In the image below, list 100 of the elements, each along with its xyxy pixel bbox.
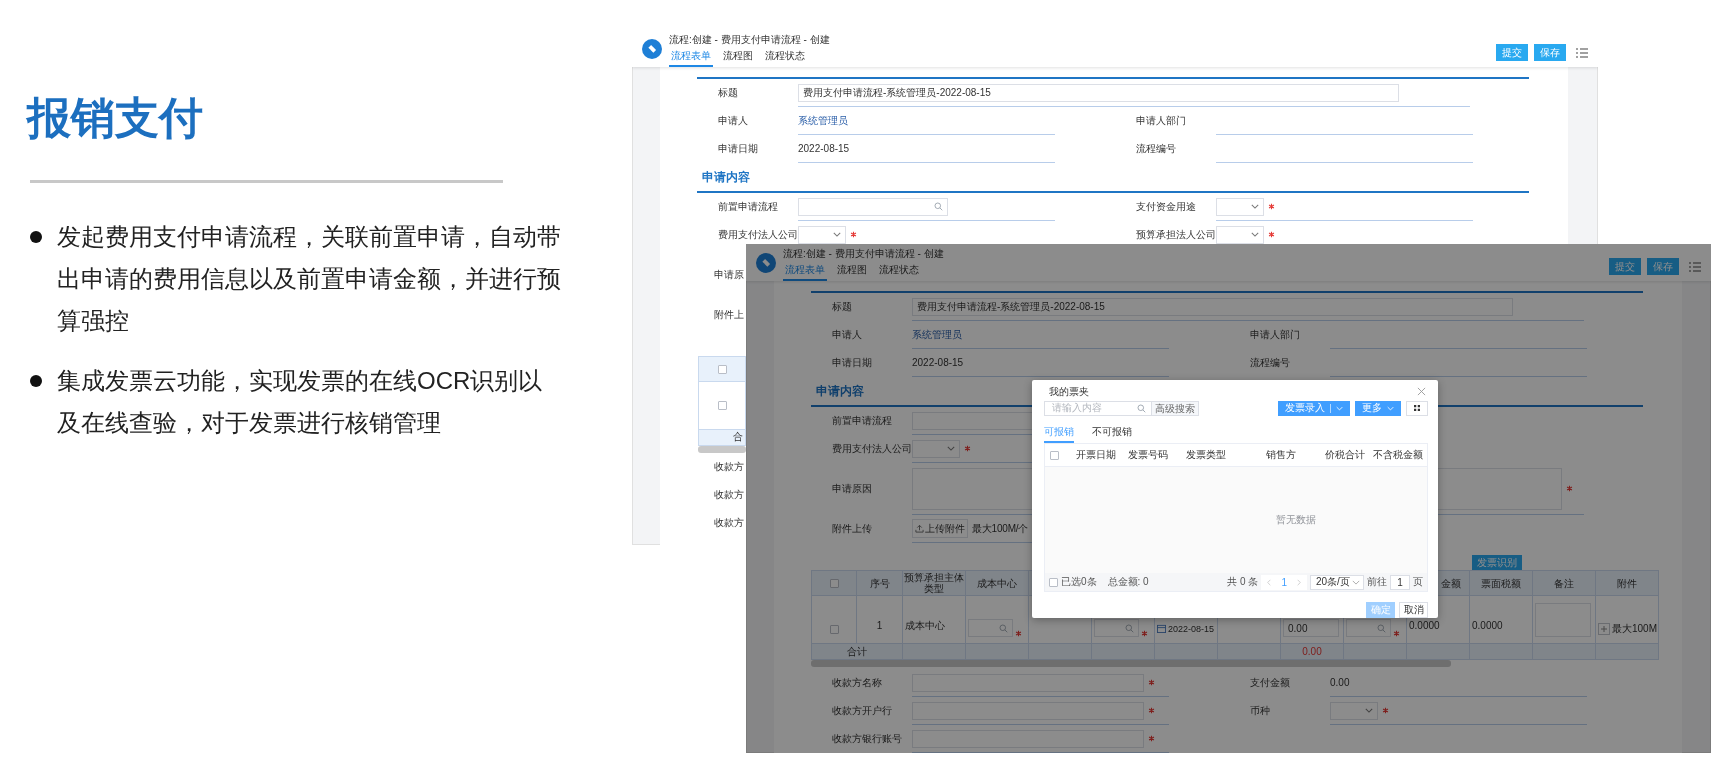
field-value: 2022-08-15 xyxy=(912,357,964,368)
plus-icon[interactable] xyxy=(1598,623,1610,635)
checkbox[interactable] xyxy=(829,578,839,588)
tab[interactable]: 流程状态 xyxy=(763,50,807,67)
field-label: 收款方银行账号 xyxy=(832,732,903,746)
field-label: 申请人 xyxy=(718,114,749,128)
input-field[interactable]: 0.00 xyxy=(1283,619,1339,637)
select-field[interactable] xyxy=(912,439,960,458)
field-value: 0.00 xyxy=(1330,677,1350,688)
field-label: 附件上传 xyxy=(832,522,873,536)
bullet-text: 发起费用支付申请流程，关联前置申请，自动带出申请的费用信息以及前置申请金额，并进行预算强控 xyxy=(57,222,562,336)
checkbox[interactable] xyxy=(717,364,727,374)
caret-icon xyxy=(1336,405,1343,411)
checkbox[interactable] xyxy=(1050,450,1059,460)
cell-text: 0.0000 xyxy=(1472,619,1503,633)
search-field[interactable] xyxy=(798,197,948,216)
date-value: 2022-08-15 xyxy=(1168,623,1215,636)
column-header: 预算承担主体类型 xyxy=(903,570,966,596)
caret-icon xyxy=(1387,405,1394,411)
tab[interactable]: 流程图 xyxy=(721,50,755,67)
field-label: 前置申请流程 xyxy=(718,200,779,214)
select-field[interactable] xyxy=(1216,197,1264,216)
search-field[interactable] xyxy=(1346,619,1391,637)
field-label: 流程编号 xyxy=(1136,142,1177,156)
logo-icon xyxy=(642,38,662,59)
field-label: 申请日期 xyxy=(832,356,873,370)
field-label: 申请原因 xyxy=(832,482,873,496)
search-field[interactable] xyxy=(1094,619,1139,637)
search-icon xyxy=(1377,623,1386,633)
field-label: 支付资金用途 xyxy=(1136,200,1197,214)
selected-count: 已选0条 xyxy=(1061,575,1097,589)
goto-label: 前往 xyxy=(1367,575,1387,589)
upload-icon xyxy=(915,524,924,533)
more-button[interactable]: 更多 xyxy=(1355,400,1401,416)
close-icon[interactable] xyxy=(1417,387,1426,396)
cancel-button[interactable]: 取消 xyxy=(1399,602,1428,618)
field-label: 收款方 xyxy=(713,488,744,502)
invoice-entry-button[interactable]: 发票录入 xyxy=(1278,400,1350,416)
title-field[interactable]: 费用支付申请流程-系统管理员-2022-08-15 xyxy=(912,297,1513,316)
search-icon xyxy=(999,623,1008,633)
tab[interactable]: 可报销 xyxy=(1044,426,1074,443)
page-number[interactable]: 1 xyxy=(1281,576,1287,588)
window-title: 流程:创建 - 费用支付申请流程 - 创建 xyxy=(669,34,830,46)
caret-icon xyxy=(833,232,841,237)
page-input[interactable]: 1 xyxy=(1390,574,1410,590)
action-button[interactable]: 保存 xyxy=(1534,44,1566,61)
action-button[interactable]: 提交 xyxy=(1496,44,1528,61)
search-icon xyxy=(1125,623,1134,633)
field-label: 预算承担法人公司 xyxy=(1136,228,1216,242)
cell-text: 0.0000 xyxy=(1409,619,1440,633)
menu-icon[interactable] xyxy=(1576,47,1588,58)
slide-title: 报销支付 xyxy=(27,92,204,144)
column-header: 备注 xyxy=(1533,570,1596,596)
field-label: 支付金额 xyxy=(1250,676,1291,690)
column-header: 票面税额 xyxy=(1470,570,1533,596)
select-field[interactable] xyxy=(1330,701,1378,720)
menu-icon[interactable] xyxy=(1689,261,1701,272)
select-field[interactable] xyxy=(798,225,846,244)
checkbox[interactable] xyxy=(1049,577,1058,587)
field-label: 申请日期 xyxy=(718,142,759,156)
field-value: 系统管理员 xyxy=(912,327,962,342)
column-header: 成本中心 xyxy=(966,570,1029,596)
bullet-icon xyxy=(30,375,42,387)
field-label: 申请人部门 xyxy=(1250,328,1301,342)
field-label: 附件上 xyxy=(713,308,744,322)
checkbox[interactable] xyxy=(717,401,727,410)
title-field[interactable]: 费用支付申请流程-系统管理员-2022-08-15 xyxy=(798,83,1399,102)
bullet-text: 集成发票云功能，实现发票的在线OCR识别以及在线查验，对于发票进行核销管理 xyxy=(57,366,544,438)
scrollbar[interactable] xyxy=(698,446,746,453)
previous-page-icon[interactable] xyxy=(1267,578,1272,586)
column-header: 价税合计 xyxy=(1324,448,1366,462)
column-header: 开票日期 xyxy=(1076,448,1117,462)
checkbox[interactable] xyxy=(829,625,839,634)
advanced-search-button[interactable]: 高级搜索 xyxy=(1152,400,1199,416)
tab[interactable]: 流程状态 xyxy=(877,264,921,281)
field-label: 费用支付法人公司 xyxy=(832,442,912,456)
column-header: 序号 xyxy=(857,570,903,596)
scrollbar[interactable] xyxy=(811,660,1451,667)
tab[interactable]: 不可报销 xyxy=(1092,426,1132,443)
cell-text: 1 xyxy=(876,619,883,633)
search-field[interactable] xyxy=(968,619,1013,637)
page-size-select[interactable]: 20条/页 xyxy=(1310,574,1364,590)
upload-button[interactable]: 上传附件 xyxy=(912,519,968,538)
column-header: 发票类型 xyxy=(1186,448,1227,462)
grid-icon xyxy=(1414,405,1420,411)
tab[interactable]: 流程图 xyxy=(835,264,869,281)
caret-icon xyxy=(947,446,955,451)
select-field[interactable] xyxy=(1216,225,1264,244)
field-label: 申请人部门 xyxy=(1136,114,1187,128)
column-header: 不含税金额 xyxy=(1372,448,1424,462)
grid-view-button[interactable] xyxy=(1406,400,1428,416)
page-unit: 页 xyxy=(1413,575,1423,589)
field-label: 收款方 xyxy=(713,460,744,474)
section-title: 申请内容 xyxy=(702,168,750,186)
field-label: 标题 xyxy=(718,86,739,100)
record-count: 共 0 条 xyxy=(1227,575,1259,589)
next-page-icon[interactable] xyxy=(1297,578,1301,586)
field-value: 2022-08-15 xyxy=(798,143,850,154)
table-cell: 合计 xyxy=(811,644,903,660)
column-header: 销售方 xyxy=(1266,448,1297,462)
